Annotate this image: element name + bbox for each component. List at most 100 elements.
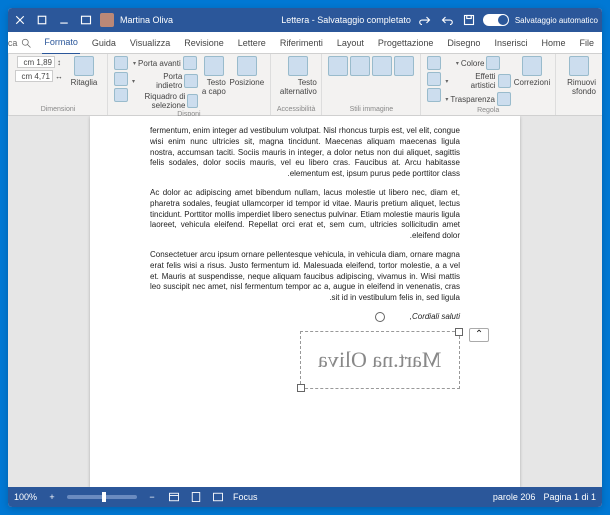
signature-image-selected[interactable]: ⌃ Mart.na Oliva (300, 331, 460, 389)
alt-text-icon (288, 56, 308, 76)
close-icon[interactable] (12, 12, 28, 28)
tab-file[interactable]: File (577, 32, 596, 54)
zoom-out-button[interactable]: − (145, 490, 159, 504)
correzioni-button[interactable]: Correzioni (515, 56, 549, 87)
tab-disegno[interactable]: Disegno (445, 32, 482, 54)
document-area[interactable]: fermentum, enim integer ad vestibulum vo… (8, 116, 602, 487)
group-dim-label: Dimensioni (15, 106, 101, 113)
print-layout-icon[interactable] (189, 490, 203, 504)
corrections-icon (522, 56, 542, 76)
layout-options-button[interactable]: ⌃ (469, 328, 489, 342)
reset-picture-icon[interactable] (427, 88, 441, 102)
autosave-label: Salvataggio automatico (515, 16, 598, 25)
undo-icon[interactable] (439, 12, 455, 28)
group-icon[interactable] (114, 72, 128, 86)
style-preset-1[interactable] (394, 56, 414, 76)
rotate-icon[interactable] (114, 88, 128, 102)
avatar[interactable] (100, 13, 114, 27)
closing-text[interactable]: Cordiali saluti, (150, 312, 460, 323)
focus-mode[interactable]: Focus (233, 492, 258, 502)
testo-acapo-button[interactable]: Testo a capo (202, 56, 226, 96)
search-box[interactable]: Cerca (8, 37, 32, 49)
group-rimuovi-sfondo: Rimuovi sfondo (555, 54, 602, 115)
bring-forward-icon (183, 56, 197, 70)
ritaglia-button[interactable]: Ritaglia (67, 56, 101, 87)
align-icon[interactable] (114, 56, 128, 70)
group-accessibilita: Testo alternativo Accessibilità (270, 54, 322, 115)
word-count[interactable]: 206 parole (493, 492, 536, 502)
ribbon: Rimuovi sfondo Correzioni Colore▾ Effett… (8, 54, 602, 116)
minimize-icon[interactable] (56, 12, 72, 28)
group-regola: Correzioni Colore▾ Effetti artistici▾ Tr… (420, 54, 555, 115)
signature-content: Mart.na Oliva (318, 347, 441, 373)
ritaglia-label: Ritaglia (71, 78, 98, 87)
style-preset-2[interactable] (372, 56, 392, 76)
redo-icon[interactable] (417, 12, 433, 28)
width-input[interactable]: 4,71 cm (15, 70, 53, 82)
tab-inserisci[interactable]: Inserisci (492, 32, 529, 54)
tab-layout[interactable]: Layout (335, 32, 366, 54)
effects-icon (498, 74, 511, 88)
paragraph-2[interactable]: Ac dolor ac adipiscing amet bibendum nul… (150, 188, 460, 242)
ribbon-tabs: File Home Inserisci Disegno Progettazion… (8, 32, 602, 54)
group-regola-label: Regola (427, 107, 549, 114)
height-input[interactable]: 1,89 cm (17, 56, 55, 68)
send-backward-icon (184, 74, 197, 88)
tab-guida[interactable]: Guida (90, 32, 118, 54)
paragraph-3[interactable]: Consectetuer arcu ipsum ornare pellentes… (150, 250, 460, 304)
trasparenza-button[interactable]: Trasparenza▾ (445, 92, 511, 106)
maximize-icon[interactable] (34, 12, 50, 28)
zoom-in-button[interactable]: + (45, 490, 59, 504)
compress-icon[interactable] (427, 56, 441, 70)
porta-avanti-button[interactable]: Porta avanti▾ (133, 56, 197, 70)
tab-formato[interactable]: Formato (42, 31, 80, 55)
autosave-toggle[interactable] (483, 14, 509, 26)
tab-home[interactable]: Home (539, 32, 567, 54)
zoom-level[interactable]: 100% (14, 492, 37, 502)
tab-lettere[interactable]: Lettere (236, 32, 268, 54)
group-dimensioni: Ritaglia ↕1,89 cm ↔4,71 cm Dimensioni (8, 54, 107, 115)
colore-button[interactable]: Colore▾ (456, 56, 501, 70)
rotate-handle[interactable] (375, 312, 385, 322)
page[interactable]: fermentum, enim integer ad vestibulum vo… (90, 116, 520, 487)
posizione-label: Posizione (230, 78, 265, 87)
rimuovi-sfondo-button[interactable]: Rimuovi sfondo (562, 56, 596, 96)
testo-alt-label: Testo alternativo (280, 78, 317, 96)
ribbon-options-icon[interactable] (78, 12, 94, 28)
transparency-icon (497, 92, 511, 106)
search-icon (20, 37, 32, 49)
save-icon[interactable] (461, 12, 477, 28)
paragraph-1[interactable]: fermentum, enim integer ad vestibulum vo… (150, 126, 460, 180)
tab-visualizza[interactable]: Visualizza (128, 32, 172, 54)
tab-progettazione[interactable]: Progettazione (376, 32, 436, 54)
title-bar: Salvataggio automatico Lettera - Salvata… (8, 8, 602, 32)
crop-icon (74, 56, 94, 76)
user-name[interactable]: Martina Oliva (120, 15, 173, 25)
status-bar: Pagina 1 di 1 206 parole Focus − + 100% (8, 487, 602, 507)
group-access-label: Accessibilità (277, 106, 316, 113)
group-stili-label: Stili immagine (328, 106, 414, 113)
correzioni-label: Correzioni (514, 78, 550, 87)
page-info[interactable]: Pagina 1 di 1 (543, 492, 596, 502)
testo-acapo-label: Testo a capo (202, 78, 226, 96)
change-picture-icon[interactable] (427, 72, 441, 86)
wrap-text-icon (204, 56, 224, 76)
porta-indietro-button[interactable]: Porta indietro▾ (132, 72, 198, 90)
effetti-artistici-button[interactable]: Effetti artistici▾ (445, 72, 511, 90)
tab-revisione[interactable]: Revisione (182, 32, 226, 54)
group-stili: Stili immagine (321, 54, 420, 115)
group-disponi: Posizione Testo a capo Porta avanti▾ Por… (107, 54, 270, 115)
style-preset-3[interactable] (350, 56, 370, 76)
read-mode-icon[interactable] (211, 490, 225, 504)
position-icon (237, 56, 257, 76)
riquadro-selezione-button[interactable]: Riquadro di selezione (132, 92, 198, 110)
testo-alt-button[interactable]: Testo alternativo (281, 56, 315, 96)
zoom-slider[interactable] (67, 495, 137, 499)
posizione-button[interactable]: Posizione (230, 56, 264, 87)
style-preset-4[interactable] (328, 56, 348, 76)
app-window: Salvataggio automatico Lettera - Salvata… (8, 8, 602, 507)
remove-bg-icon (569, 56, 589, 76)
web-layout-icon[interactable] (167, 490, 181, 504)
tab-riferimenti[interactable]: Riferimenti (278, 32, 325, 54)
color-icon (486, 56, 500, 70)
